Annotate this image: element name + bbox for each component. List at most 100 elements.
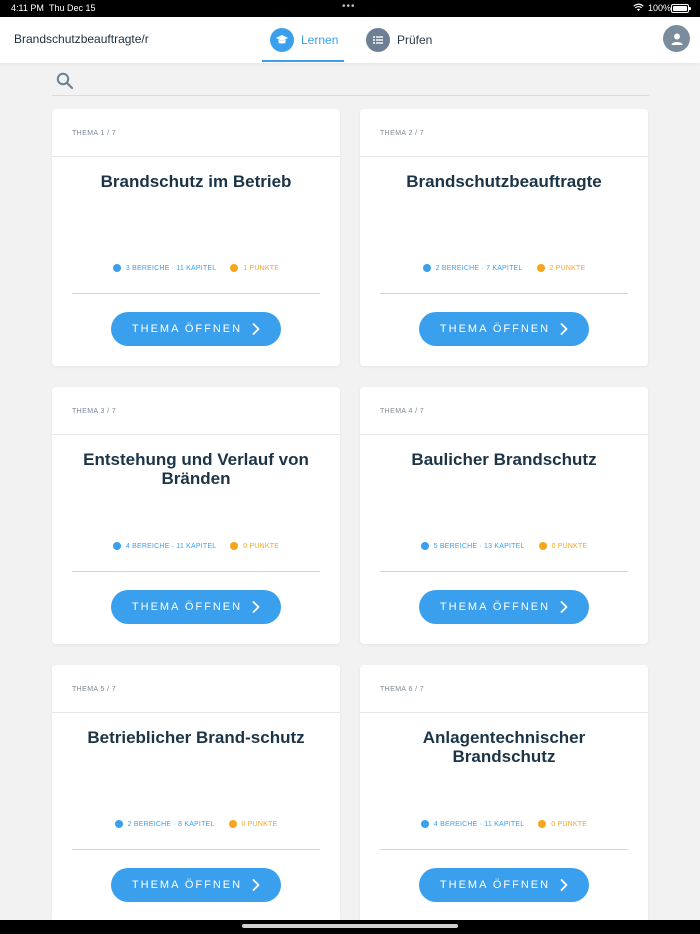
- topic-counter: THEMA 2 / 7: [380, 130, 425, 137]
- list-icon: [366, 28, 390, 52]
- app-title: Brandschutzbeauftragte/r: [14, 32, 149, 46]
- open-topic-button-label: THEMA ÖFFNEN: [131, 879, 243, 891]
- chevron-right-icon: [560, 323, 568, 335]
- divider: [360, 156, 648, 157]
- user-avatar-button[interactable]: [663, 25, 690, 52]
- topic-areas: 4 BEREICHE · 11 KAPITEL: [125, 542, 217, 550]
- topic-areas: 3 BEREICHE · 11 KAPITEL: [125, 264, 217, 272]
- topic-meta: 3 BEREICHE · 11 KAPITEL 1 PUNKTE: [52, 264, 340, 272]
- active-tab-indicator: [262, 60, 344, 62]
- home-indicator-bar: [0, 920, 700, 934]
- chapters-dot-icon: [420, 820, 429, 828]
- divider: [52, 434, 340, 435]
- search-field[interactable]: [52, 68, 649, 96]
- points-dot-icon: [230, 542, 239, 550]
- topic-points: 1 PUNKTE: [243, 264, 280, 272]
- points-dot-icon: [230, 264, 239, 272]
- status-time: 4:11 PM: [11, 3, 44, 13]
- topic-meta: 4 BEREICHE · 11 KAPITEL 0 PUNKTE: [52, 542, 340, 550]
- divider: [360, 434, 648, 435]
- open-topic-button[interactable]: THEMA ÖFFNEN: [419, 312, 589, 346]
- open-topic-button-label: THEMA ÖFFNEN: [439, 323, 551, 335]
- open-topic-button-label: THEMA ÖFFNEN: [439, 601, 551, 613]
- app-header: Brandschutzbeauftragte/r Lernen Prüfen: [0, 17, 700, 63]
- topic-meta: 2 BEREICHE · 8 KAPITEL 0 PUNKTE: [52, 820, 340, 828]
- points-dot-icon: [228, 820, 237, 828]
- home-indicator[interactable]: [242, 924, 458, 928]
- search-icon[interactable]: [56, 72, 74, 90]
- topic-title: Baulicher Brandschutz: [411, 450, 597, 469]
- topic-areas: 4 BEREICHE · 11 KAPITEL: [433, 820, 525, 828]
- open-topic-button-label: THEMA ÖFFNEN: [439, 879, 551, 891]
- topic-card[interactable]: THEMA 2 / 7 Brandschutzbeauftragte 2 BEREI…: [360, 109, 648, 366]
- chapters-dot-icon: [112, 542, 121, 550]
- divider: [380, 849, 628, 850]
- topic-card[interactable]: THEMA 3 / 7 Entstehung und Verlauf von Br…: [52, 387, 340, 644]
- divider: [380, 293, 628, 294]
- chevron-right-icon: [252, 323, 260, 335]
- topic-points: 0 PUNKTE: [241, 820, 278, 828]
- open-topic-button-label: THEMA ÖFFNEN: [131, 601, 243, 613]
- topic-counter: THEMA 3 / 7: [72, 408, 117, 415]
- divider: [72, 293, 320, 294]
- topic-card[interactable]: THEMA 5 / 7 Betrieblicher Brand-schutz 2 B…: [52, 665, 340, 922]
- chevron-right-icon: [252, 601, 260, 613]
- topic-points: 0 PUNKTE: [551, 542, 588, 550]
- chevron-right-icon: [560, 601, 568, 613]
- topic-points: 2 PUNKTE: [549, 264, 586, 272]
- points-dot-icon: [538, 542, 547, 550]
- chevron-right-icon: [252, 879, 260, 891]
- topic-counter: THEMA 5 / 7: [72, 686, 117, 693]
- user-icon: [671, 33, 682, 45]
- tab-pruefen-label: Prüfen: [397, 33, 433, 47]
- divider: [360, 712, 648, 713]
- topic-title: Brandschutz im Betrieb: [100, 172, 292, 191]
- open-topic-button[interactable]: THEMA ÖFFNEN: [111, 868, 281, 902]
- status-bar: 4:11 PM Thu Dec 15 ••• 100%: [0, 0, 700, 17]
- topic-counter: THEMA 6 / 7: [380, 686, 425, 693]
- topic-meta: 5 BEREICHE · 13 KAPITEL 0 PUNKTE: [360, 542, 648, 550]
- topic-card[interactable]: THEMA 6 / 7 Anlagentechnischer Brandschut…: [360, 665, 648, 922]
- points-dot-icon: [536, 264, 545, 272]
- topic-meta: 2 BEREICHE · 7 KAPITEL 2 PUNKTE: [360, 264, 648, 272]
- divider: [52, 712, 340, 713]
- tab-lernen[interactable]: Lernen: [270, 17, 338, 63]
- topic-counter: THEMA 4 / 7: [380, 408, 425, 415]
- chapters-dot-icon: [420, 542, 429, 550]
- open-topic-button-label: THEMA ÖFFNEN: [131, 323, 243, 335]
- topic-areas: 2 BEREICHE · 7 KAPITEL: [435, 264, 523, 272]
- wifi-icon: [633, 3, 644, 12]
- open-topic-button[interactable]: THEMA ÖFFNEN: [111, 312, 281, 346]
- open-topic-button[interactable]: THEMA ÖFFNEN: [419, 868, 589, 902]
- battery-icon: [671, 4, 691, 13]
- topic-areas: 5 BEREICHE · 13 KAPITEL: [433, 542, 525, 550]
- topic-meta: 4 BEREICHE · 11 KAPITEL 0 PUNKTE: [360, 820, 648, 828]
- topic-title: Betrieblicher Brand-schutz: [87, 728, 305, 747]
- chapters-dot-icon: [114, 820, 123, 828]
- divider: [380, 571, 628, 572]
- open-topic-button[interactable]: THEMA ÖFFNEN: [111, 590, 281, 624]
- topic-title: Anlagentechnischer Brandschutz: [422, 728, 586, 766]
- tab-pruefen[interactable]: Prüfen: [366, 17, 432, 63]
- multitasking-dots-icon[interactable]: •••: [342, 1, 356, 12]
- topic-card[interactable]: THEMA 4 / 7 Baulicher Brandschutz 5 BEREIC…: [360, 387, 648, 644]
- topic-title: Brandschutzbeauftragte: [406, 172, 602, 191]
- divider: [72, 849, 320, 850]
- battery-percentage: 100%: [648, 3, 672, 13]
- divider: [52, 156, 340, 157]
- graduation-cap-icon: [270, 28, 294, 52]
- chevron-right-icon: [560, 879, 568, 891]
- topic-points: 0 PUNKTE: [551, 820, 588, 828]
- topic-title: Entstehung und Verlauf von Bränden: [83, 450, 309, 488]
- topic-points: 0 PUNKTE: [243, 542, 280, 550]
- topic-areas: 2 BEREICHE · 8 KAPITEL: [127, 820, 215, 828]
- chapters-dot-icon: [112, 264, 121, 272]
- divider: [72, 571, 320, 572]
- topic-card[interactable]: THEMA 1 / 7 Brandschutz im Betrieb 3 BEREI…: [52, 109, 340, 366]
- open-topic-button[interactable]: THEMA ÖFFNEN: [419, 590, 589, 624]
- tab-lernen-label: Lernen: [301, 33, 339, 47]
- topic-counter: THEMA 1 / 7: [72, 130, 117, 137]
- points-dot-icon: [538, 820, 547, 828]
- chapters-dot-icon: [422, 264, 431, 272]
- status-date: Thu Dec 15: [49, 3, 96, 13]
